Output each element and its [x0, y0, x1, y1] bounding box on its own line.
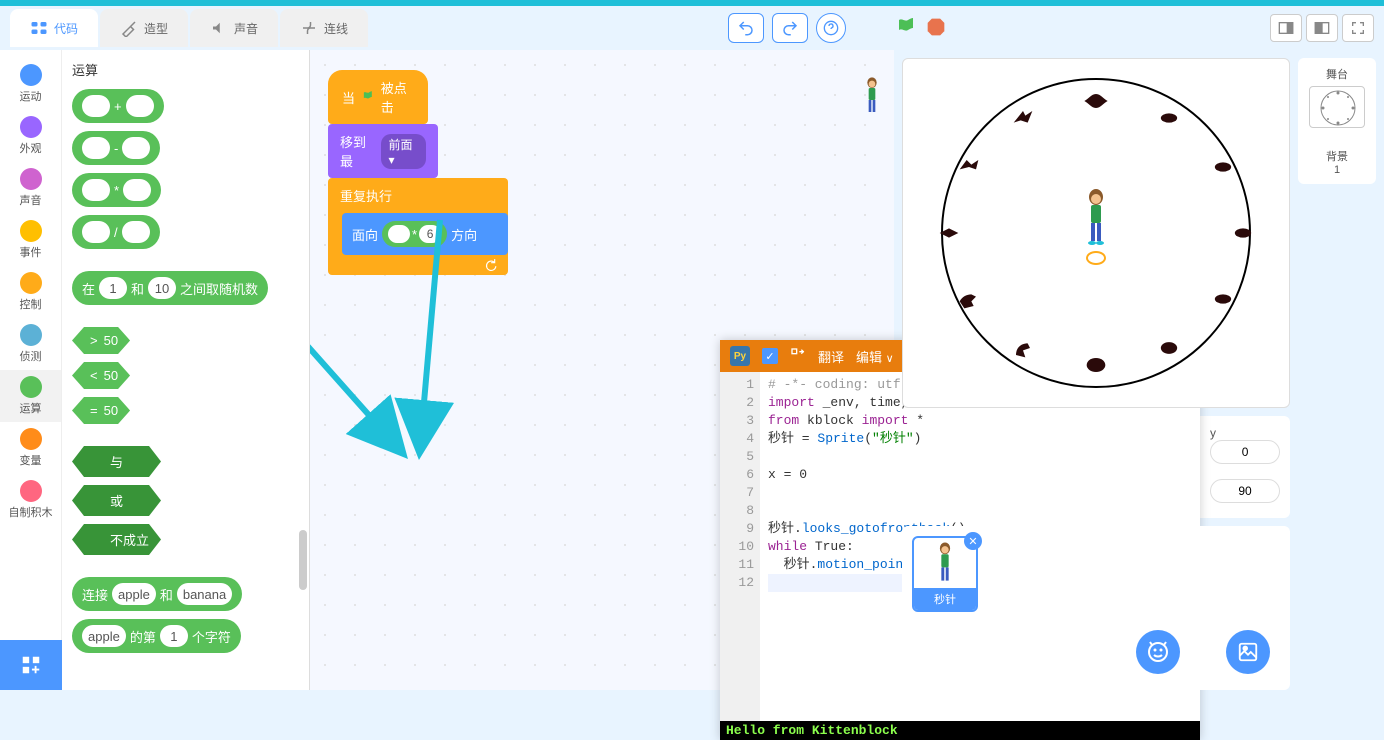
palette-scrollbar[interactable] — [299, 110, 307, 670]
direction-input[interactable] — [1210, 479, 1280, 503]
sprite-item[interactable]: ✕ 秒针 — [912, 536, 978, 612]
category-myblocks[interactable]: 自制积木 — [0, 474, 61, 526]
tab-code-label: 代码 — [54, 20, 78, 37]
hat-block[interactable]: 当 被点击 — [328, 70, 428, 124]
undo-button[interactable] — [728, 13, 764, 43]
backdrops-label: 背景 — [1306, 148, 1368, 164]
tab-wiring-label: 连线 — [324, 20, 348, 37]
op-lt-block[interactable]: <50 — [72, 362, 130, 389]
loop-icon — [482, 258, 498, 272]
tab-sounds-label: 声音 — [234, 20, 258, 37]
green-flag-button[interactable] — [894, 16, 918, 40]
op-and-block[interactable]: 与 — [72, 446, 161, 477]
sprite-item-label: 秒针 — [914, 588, 976, 610]
op-not-block[interactable]: 不成立 — [72, 524, 161, 555]
add-sprite-button[interactable] — [1136, 630, 1180, 674]
python-icon: Py — [730, 346, 750, 366]
y-input[interactable] — [1210, 440, 1280, 464]
op-join-block[interactable]: 连接apple和banana — [72, 577, 242, 611]
op-mul-block[interactable]: * — [72, 173, 161, 207]
point-direction-block[interactable]: 面向 *6 方向 — [342, 213, 508, 255]
tab-code[interactable]: 代码 — [10, 9, 98, 47]
clock-mark-2 — [1209, 153, 1237, 181]
goto-layer-block[interactable]: 移到最前面 ▾ — [328, 124, 438, 178]
op-eq-block[interactable]: =50 — [72, 397, 130, 424]
tab-costumes[interactable]: 造型 — [100, 9, 188, 47]
category-operators[interactable]: 运算 — [0, 370, 61, 422]
sprite-list: ✕ 秒针 — [902, 526, 1290, 690]
op-add-block[interactable]: + — [72, 89, 164, 123]
code-icon — [30, 19, 48, 37]
stop-button[interactable] — [926, 17, 946, 40]
op-random-block[interactable]: 在1和10之间取随机数 — [72, 271, 268, 305]
stage-thumbnail — [1309, 86, 1365, 128]
clock-mark-8 — [955, 285, 983, 313]
clock-mark-4 — [1209, 285, 1237, 313]
translate-label[interactable]: 翻译 — [818, 347, 844, 366]
palette-heading: 运算 — [72, 60, 299, 79]
script-area[interactable]: 当 被点击 移到最前面 ▾ 重复执行 面向 *6 方向 — [310, 50, 894, 690]
clock-mark-10 — [955, 153, 983, 181]
category-looks[interactable]: 外观 — [0, 110, 61, 162]
redo-button[interactable] — [772, 13, 808, 43]
delete-sprite-button[interactable]: ✕ — [964, 532, 982, 550]
op-div-block[interactable]: / — [72, 215, 160, 249]
clock-mark-9 — [935, 219, 963, 247]
stage-large-button[interactable] — [1306, 14, 1338, 42]
console-output: Hello from Kittenblock — [720, 721, 1200, 740]
clock-center-sprite — [1081, 187, 1111, 265]
op-or-block[interactable]: 或 — [72, 485, 161, 516]
forever-block[interactable]: 重复执行 面向 *6 方向 — [328, 178, 508, 275]
backdrops-count: 1 — [1306, 164, 1368, 176]
stage-title: 舞台 — [1306, 66, 1368, 82]
help-button[interactable] — [816, 13, 846, 43]
stage-small-button[interactable] — [1270, 14, 1302, 42]
clock-mark-6 — [1082, 351, 1110, 379]
clock-mark-5 — [1155, 334, 1183, 362]
category-motion[interactable]: 运动 — [0, 58, 61, 110]
tab-costumes-label: 造型 — [144, 20, 168, 37]
clock-mark-1 — [1155, 104, 1183, 132]
clock-mark-7 — [1009, 334, 1037, 362]
block-palette: 运算 + - * / 在1和10之间取随机数 >50 <50 =50 与 或 不… — [62, 50, 309, 690]
header: 代码 造型 声音 连线 — [0, 6, 1384, 50]
flag-icon — [361, 89, 375, 105]
clock-mark-12 — [1082, 87, 1110, 115]
line-gutter: 123456789101112 — [720, 372, 760, 721]
fullscreen-button[interactable] — [1342, 14, 1374, 42]
brush-icon — [120, 19, 138, 37]
edit-menu[interactable]: 编辑 ∨ — [856, 347, 894, 366]
add-extension-button[interactable] — [0, 640, 62, 690]
category-sound[interactable]: 声音 — [0, 162, 61, 214]
tab-wiring[interactable]: 连线 — [280, 9, 368, 47]
op-sub-block[interactable]: - — [72, 131, 160, 165]
block-stack[interactable]: 当 被点击 移到最前面 ▾ 重复执行 面向 *6 方向 — [328, 70, 508, 275]
clock-mark-3 — [1229, 219, 1257, 247]
checkbox-icon[interactable]: ✓ — [762, 348, 778, 364]
category-variables[interactable]: 变量 — [0, 422, 61, 474]
tab-sounds[interactable]: 声音 — [190, 9, 278, 47]
op-gt-block[interactable]: >50 — [72, 327, 130, 354]
canvas-sprite-preview — [862, 76, 882, 119]
category-control[interactable]: 控制 — [0, 266, 61, 318]
sound-icon — [210, 19, 228, 37]
category-events[interactable]: 事件 — [0, 214, 61, 266]
wiring-icon — [300, 19, 318, 37]
clock-mark-11 — [1009, 104, 1037, 132]
stage-box[interactable]: 舞台 背景 1 — [1298, 58, 1376, 184]
op-letter-block[interactable]: apple的第1个字符 — [72, 619, 241, 653]
add-backdrop-button[interactable] — [1226, 630, 1270, 674]
category-strip: 运动 外观 声音 事件 控制 侦测 运算 变量 自制积木 — [0, 50, 62, 690]
category-sensing[interactable]: 侦测 — [0, 318, 61, 370]
step-icon[interactable] — [790, 347, 806, 366]
stage[interactable] — [902, 58, 1290, 408]
